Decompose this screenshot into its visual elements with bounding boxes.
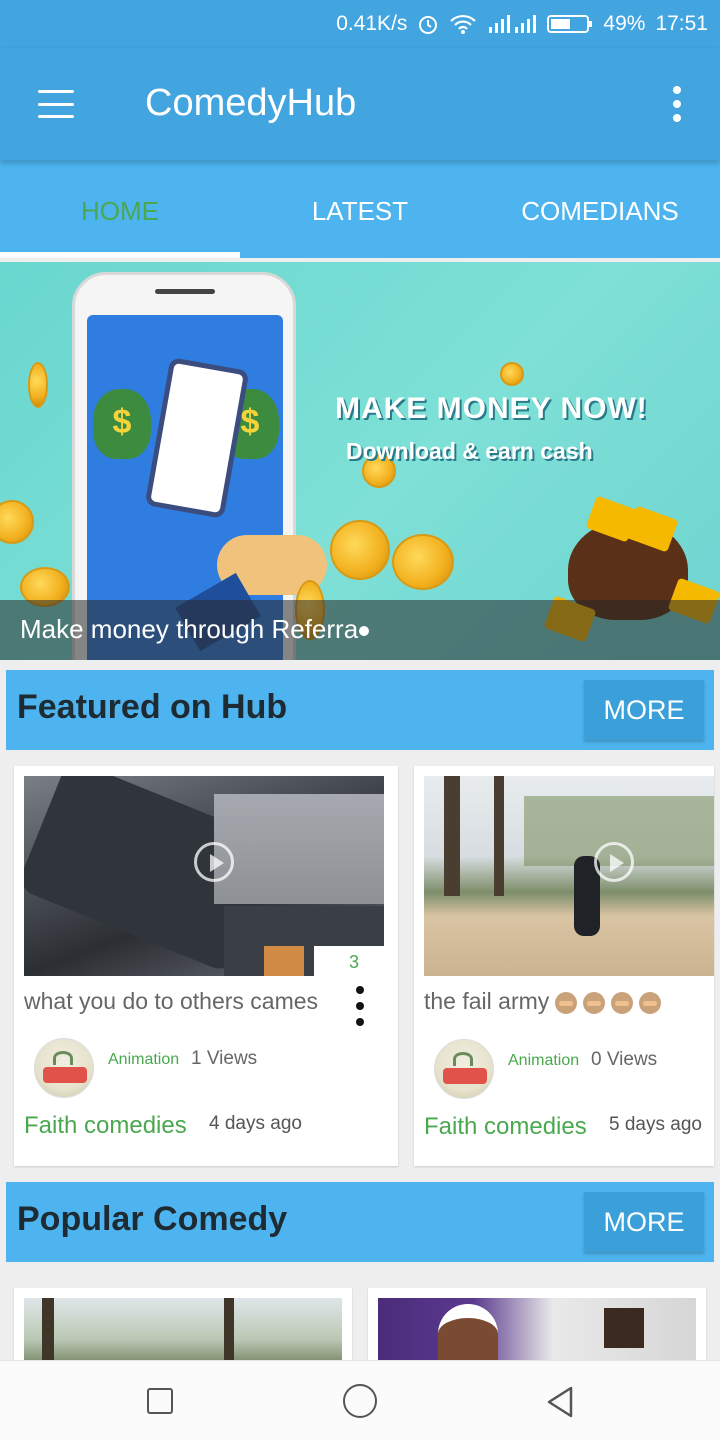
video-thumbnail[interactable] xyxy=(24,1298,342,1368)
tab-home[interactable]: HOME xyxy=(0,160,240,258)
coin-decoration xyxy=(28,362,48,408)
tab-indicator xyxy=(0,252,240,258)
slide-indicator-dot xyxy=(359,626,370,637)
category-label: Animation xyxy=(508,1052,580,1069)
section-title: Featured on Hub xyxy=(17,688,288,726)
featured-section-header: Featured on Hub MORE xyxy=(6,670,714,750)
time-ago: 5 days ago xyxy=(609,1114,702,1135)
monkey-emoji-icon xyxy=(583,991,606,1014)
coin-decoration xyxy=(330,520,390,580)
banner-caption-bar: Make money through Referra xyxy=(0,600,720,660)
home-icon[interactable] xyxy=(343,1384,377,1418)
system-navigation-bar xyxy=(0,1360,720,1440)
coin-decoration xyxy=(0,500,34,544)
count-badge: 3 xyxy=(314,946,394,982)
monkey-emoji-icon xyxy=(555,991,578,1014)
wifi-icon xyxy=(449,13,477,35)
money-bag-icon: $ xyxy=(93,389,151,459)
monkey-emoji-icon xyxy=(639,991,662,1014)
tab-comedians[interactable]: COMEDIANS xyxy=(480,160,720,258)
popular-more-button[interactable]: MORE xyxy=(584,1192,704,1252)
overflow-menu-icon[interactable] xyxy=(662,82,692,126)
avatar xyxy=(34,1038,94,1098)
video-card[interactable] xyxy=(368,1288,706,1368)
signal-icon xyxy=(487,13,537,35)
promo-banner[interactable]: $ $ MAKE MONEY NOW! Download & earn cash… xyxy=(0,262,720,660)
status-indicators: 0.41K/s 49% 17:51 xyxy=(336,12,708,36)
video-card[interactable]: the fail army Animation 0 Views Faith co… xyxy=(414,766,714,1166)
view-count: 1 Views xyxy=(191,1048,258,1069)
video-title: what you do to others cames xyxy=(24,988,319,1014)
author-name[interactable]: Faith comedies xyxy=(424,1113,587,1141)
banner-headline: MAKE MONEY NOW! xyxy=(335,392,648,425)
network-speed: 0.41K/s xyxy=(336,12,408,35)
app-title: ComedyHub xyxy=(145,82,357,124)
video-thumbnail[interactable] xyxy=(424,776,714,976)
video-card[interactable] xyxy=(14,1288,352,1368)
coin-decoration xyxy=(500,362,524,386)
video-card[interactable]: 3 what you do to others cames Animation … xyxy=(14,766,398,1166)
status-bar: 0.41K/s 49% 17:51 xyxy=(0,0,720,48)
popular-section-header: Popular Comedy MORE xyxy=(6,1182,714,1262)
featured-more-button[interactable]: MORE xyxy=(584,680,704,740)
tab-latest[interactable]: LATEST xyxy=(240,160,480,258)
coin-decoration xyxy=(392,534,454,590)
view-count: 0 Views xyxy=(591,1049,658,1070)
alarm-icon xyxy=(417,13,439,35)
author-name[interactable]: Faith comedies xyxy=(24,1112,187,1140)
more-options-icon[interactable] xyxy=(350,986,370,1026)
hamburger-menu-icon[interactable] xyxy=(34,84,78,124)
category-label: Animation xyxy=(108,1051,180,1068)
play-icon[interactable] xyxy=(194,842,234,882)
battery-icon xyxy=(547,13,593,35)
app-bar: ComedyHub xyxy=(0,48,720,160)
avatar xyxy=(434,1039,494,1099)
section-title: Popular Comedy xyxy=(17,1200,288,1238)
recent-apps-icon[interactable] xyxy=(147,1388,173,1414)
banner-subheadline: Download & earn cash xyxy=(346,438,593,464)
time-ago: 4 days ago xyxy=(209,1113,302,1134)
smiling-phone-icon xyxy=(144,357,250,519)
video-thumbnail[interactable] xyxy=(378,1298,696,1368)
battery-percent: 49% xyxy=(603,12,646,35)
play-icon[interactable] xyxy=(594,842,634,882)
monkey-emoji-icon xyxy=(611,991,634,1014)
video-title: the fail army xyxy=(424,988,662,1015)
back-icon[interactable] xyxy=(545,1385,575,1424)
tab-bar: HOME LATEST COMEDIANS xyxy=(0,160,720,258)
banner-caption: Make money through Referra xyxy=(20,614,370,645)
clock: 17:51 xyxy=(655,12,708,35)
